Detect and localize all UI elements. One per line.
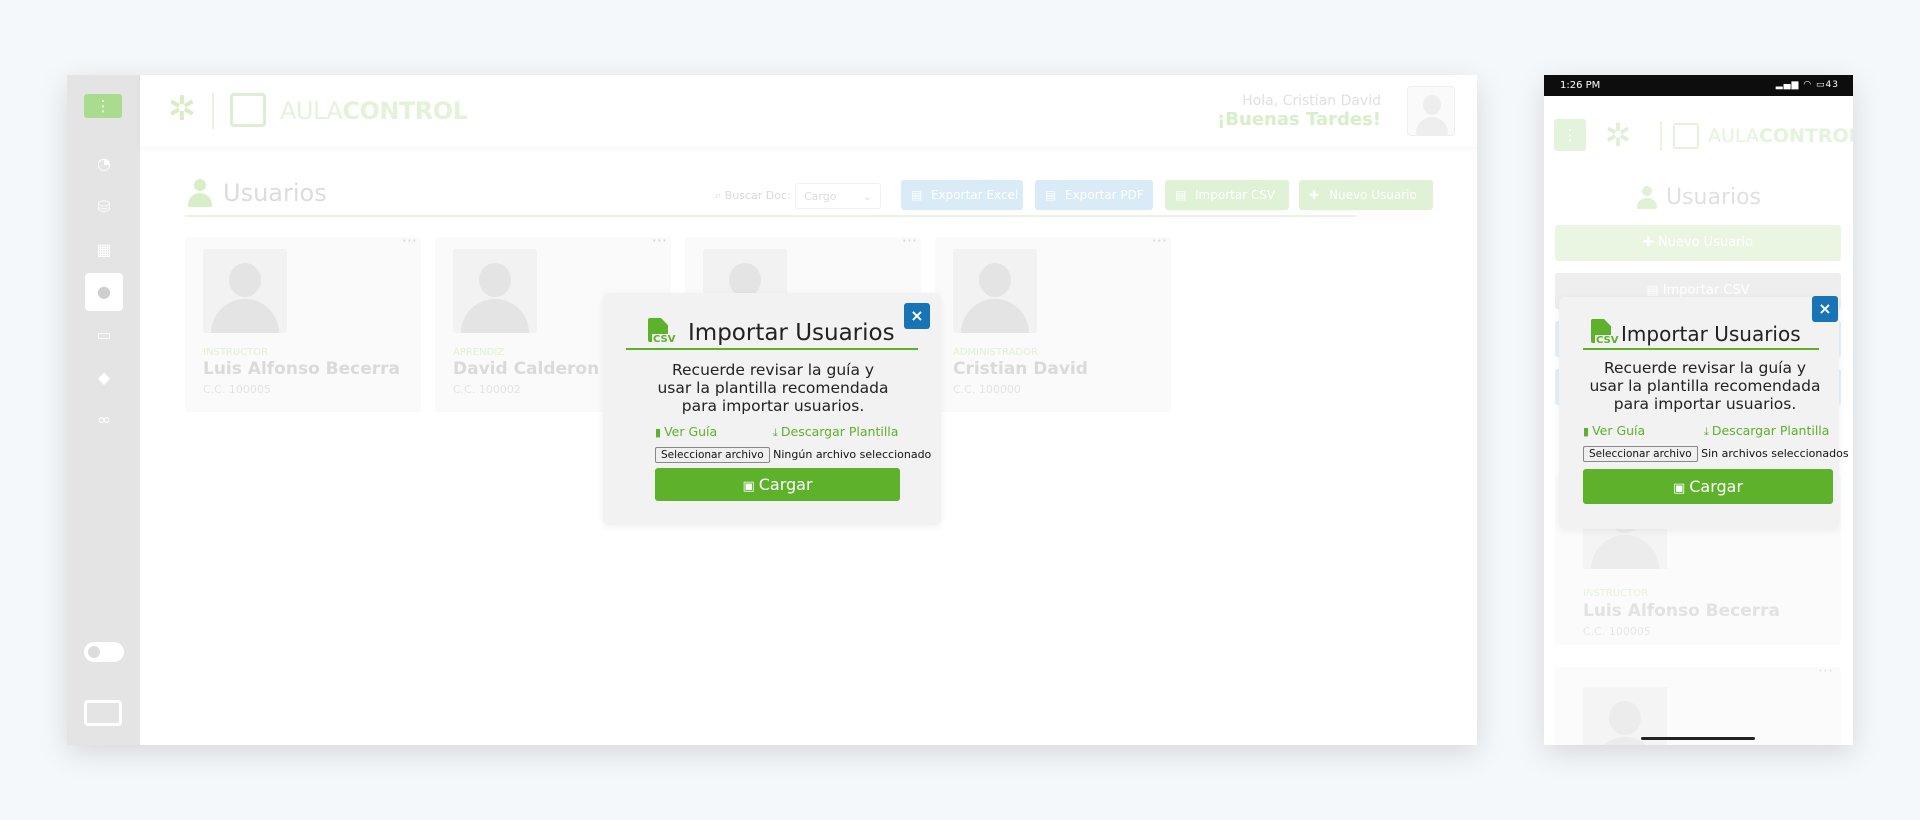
user-photo xyxy=(953,249,1037,333)
import-users-modal: × CSV Importar Usuarios Recuerde revisar… xyxy=(1559,296,1849,529)
user-id: C.C. 100005 xyxy=(203,383,271,396)
user-role: ADMINISTRADOR xyxy=(953,347,1038,358)
card-menu-icon[interactable]: ··· xyxy=(402,231,417,250)
footer-logo-icon xyxy=(84,700,122,726)
file-pdf-icon: ▤ xyxy=(1045,188,1057,202)
file-excel-icon: ▤ xyxy=(911,188,923,202)
user-photo xyxy=(203,249,287,333)
page-header: Usuarios ⌕ Buscar Doc: Cargo ⌄ ▤ Exportar… xyxy=(185,175,1433,217)
user-icon[interactable]: ● xyxy=(85,273,123,311)
modal-header: CSV Importar Usuarios xyxy=(1583,319,1819,350)
user-name: Cristian David xyxy=(953,359,1088,379)
modal-title: Importar Usuarios xyxy=(1621,322,1801,346)
page-title: Usuarios xyxy=(223,179,327,207)
user-name: David Calderon xyxy=(453,359,600,379)
file-upload-icon: ▣ xyxy=(742,479,755,494)
logo-divider xyxy=(212,93,214,129)
mobile-frame: 1:26 PM ▂▄▆ ◠ ▭43 ⋮ ✲ AULACONTROL Usuari… xyxy=(1544,75,1853,745)
csv-file-icon: CSV xyxy=(646,318,677,348)
users-icon xyxy=(1636,186,1658,210)
download-template-link[interactable]: ⤓ Descargar Plantilla xyxy=(773,424,898,440)
upload-button[interactable]: ▣ Cargar xyxy=(655,468,900,501)
user-plus-icon: ✚ xyxy=(1309,188,1320,202)
user-role: APRENDIZ xyxy=(453,347,505,358)
book-icon: ▮ xyxy=(1583,425,1590,438)
database-icon[interactable]: ⛁ xyxy=(85,188,123,226)
choose-file-button[interactable]: Seleccionar archivo xyxy=(1583,446,1698,462)
file-upload-icon: ▣ xyxy=(1672,481,1686,496)
modal-message: Recuerde revisar la guía y usar la plant… xyxy=(657,361,889,415)
user-id: C.C. 100000 xyxy=(953,383,1021,396)
file-input[interactable]: Seleccionar archivo Ningún archivo selec… xyxy=(655,447,931,463)
home-indicator xyxy=(1641,737,1755,740)
sidebar: ⋮ ◔ ⛁ ▦ ● ▭ ◆ ∞ xyxy=(67,75,140,745)
desktop-frame: ⋮ ◔ ⛁ ▦ ● ▭ ◆ ∞ ✲ AULACONTROL Hola, Cris… xyxy=(67,75,1477,745)
brand-name: AULACONTROL xyxy=(1708,125,1853,147)
modal-header: CSV Importar Usuarios xyxy=(626,318,918,350)
page-title: Usuarios xyxy=(1544,185,1853,210)
user-id: C.C. 100002 xyxy=(453,383,521,396)
user-card[interactable]: ··· ADMINISTRADOR Cristian David C.C. 10… xyxy=(935,231,1171,412)
cargo-select[interactable]: Cargo ⌄ xyxy=(795,183,881,209)
user-id: C.C. 100005 xyxy=(1583,625,1651,638)
import-users-modal: × CSV Importar Usuarios Recuerde revisar… xyxy=(603,293,941,525)
card-menu-icon[interactable]: ··· xyxy=(902,231,917,250)
status-bar: 1:26 PM ▂▄▆ ◠ ▭43 xyxy=(1544,75,1853,96)
top-header: ✲ AULACONTROL Hola, Cristian David ¡Buen… xyxy=(140,75,1477,147)
download-icon: ⤓ xyxy=(773,426,778,439)
salutation-text: ¡Buenas Tardes! xyxy=(1217,109,1381,130)
dashboard-icon[interactable]: ◔ xyxy=(85,145,123,183)
modal-title: Importar Usuarios xyxy=(688,320,895,346)
export-excel-button[interactable]: ▤ Exportar Excel xyxy=(901,180,1023,210)
binoculars-icon[interactable]: ∞ xyxy=(85,401,123,439)
aulacontrol-logo-icon xyxy=(1673,123,1699,149)
search-label[interactable]: ⌕ Buscar Doc: xyxy=(715,189,791,203)
users-icon xyxy=(187,179,213,209)
view-guide-link[interactable]: ▮ Ver Guía xyxy=(655,424,717,439)
status-icons: ▂▄▆ ◠ ▭43 xyxy=(1775,80,1839,90)
file-csv-icon: ▤ xyxy=(1175,188,1187,202)
modal-message: Recuerde revisar la guía y usar la plant… xyxy=(1589,359,1821,413)
greeting-text: Hola, Cristian David xyxy=(1242,93,1381,109)
menu-kebab-icon[interactable]: ⋮ xyxy=(84,94,122,118)
status-time: 1:26 PM xyxy=(1560,80,1601,91)
user-role: INSTRUCTOR xyxy=(203,347,269,358)
file-input[interactable]: Seleccionar archivo Sin archivos selecci… xyxy=(1583,446,1849,462)
new-user-button[interactable]: ✚ Nuevo Usuario xyxy=(1555,225,1841,261)
close-button[interactable]: × xyxy=(1812,296,1838,322)
export-pdf-button[interactable]: ▤ Exportar PDF xyxy=(1035,180,1153,210)
card-menu-icon[interactable]: ··· xyxy=(1818,661,1833,680)
book-icon: ▮ xyxy=(655,426,662,439)
choose-file-button[interactable]: Seleccionar archivo xyxy=(655,447,770,463)
avatar[interactable] xyxy=(1407,86,1455,136)
sena-logo-icon: ✲ xyxy=(1604,116,1632,154)
user-card[interactable]: ··· INSTRUCTOR Luis Alfonso Becerra C.C.… xyxy=(185,231,421,412)
sena-logo-icon: ✲ xyxy=(167,89,197,129)
import-csv-button[interactable]: ▤ Importar CSV xyxy=(1165,180,1289,210)
download-template-link[interactable]: ⤓ Descargar Plantilla xyxy=(1704,423,1829,439)
download-icon: ⤓ xyxy=(1704,425,1709,438)
card-menu-icon[interactable]: ··· xyxy=(652,231,667,250)
card-menu-icon[interactable]: ··· xyxy=(1152,231,1167,250)
table-icon[interactable]: ▦ xyxy=(85,231,123,269)
brand-name: AULACONTROL xyxy=(280,97,468,125)
theme-toggle[interactable] xyxy=(84,642,124,662)
menu-kebab-icon[interactable]: ⋮ xyxy=(1554,119,1586,151)
file-status: Sin archivos seleccionados xyxy=(1701,447,1849,460)
monitor-icon[interactable]: ▭ xyxy=(85,316,123,354)
user-greeting: Hola, Cristian David ¡Buenas Tardes! xyxy=(1217,93,1381,130)
csv-file-icon: CSV xyxy=(1589,319,1620,349)
tag-icon[interactable]: ◆ xyxy=(85,359,123,397)
file-status: Ningún archivo seleccionado xyxy=(773,448,932,461)
new-user-button[interactable]: ✚ Nuevo Usuario xyxy=(1299,180,1433,210)
upload-button[interactable]: ▣ Cargar xyxy=(1583,469,1833,504)
user-card[interactable]: ··· xyxy=(1555,661,1841,745)
user-name: Luis Alfonso Becerra xyxy=(203,359,401,379)
user-name: Luis Alfonso Becerra xyxy=(1583,601,1781,621)
aulacontrol-logo-icon xyxy=(230,93,266,127)
user-role: INSTRUCTOR xyxy=(1583,588,1649,599)
user-photo xyxy=(453,249,537,333)
logo-divider xyxy=(1660,121,1662,151)
view-guide-link[interactable]: ▮ Ver Guía xyxy=(1583,423,1645,438)
